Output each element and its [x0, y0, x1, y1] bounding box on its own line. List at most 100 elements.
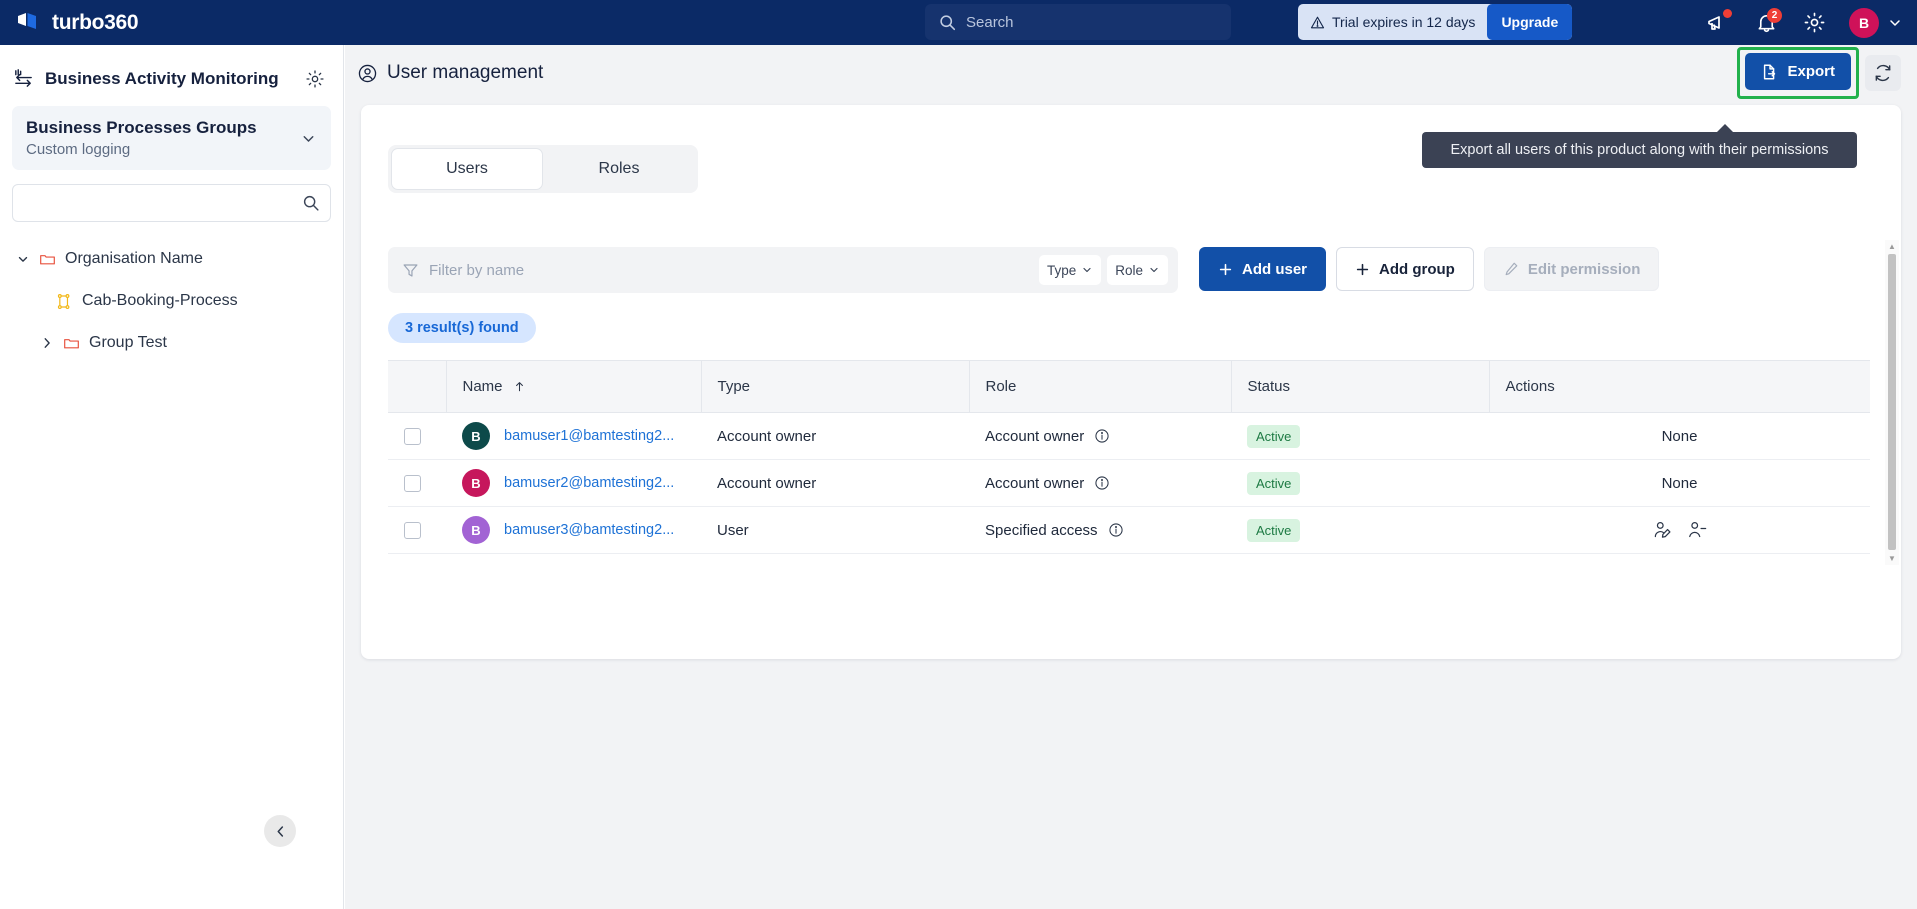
trial-label: Trial expires in 12 days [1332, 14, 1476, 30]
search-icon [939, 14, 956, 31]
tree-item-cab-booking-process[interactable]: Cab-Booking-Process [0, 280, 343, 322]
tree-item-organisation-name[interactable]: Organisation Name [0, 238, 343, 280]
chevron-down-icon[interactable] [16, 252, 30, 266]
filter-name-wrapper[interactable] [402, 261, 1033, 279]
funnel-icon [402, 262, 419, 279]
tab-users[interactable]: Users [391, 148, 543, 190]
tree-item-group-test[interactable]: Group Test [0, 322, 343, 364]
table-row[interactable]: B bamuser2@bamtesting2... Account owner … [388, 459, 1870, 507]
header-type[interactable]: Type [701, 360, 970, 413]
main-content-area: User management Export Users Roles Filte… [345, 45, 1917, 909]
export-button[interactable]: Export [1745, 53, 1851, 90]
chevron-down-icon [1081, 264, 1093, 276]
notifications-button[interactable]: 2 [1753, 7, 1782, 36]
edit-permission-button[interactable]: Edit permission [1483, 247, 1660, 291]
sidebar-product-header: Business Activity Monitoring [0, 45, 343, 102]
settings-button[interactable] [1801, 10, 1827, 36]
avatar: B [1849, 7, 1879, 38]
sidebar-search[interactable] [12, 184, 331, 222]
sidebar-collapse-button[interactable] [264, 815, 296, 847]
user-email-link[interactable]: bamuser3@bamtesting2... [504, 522, 674, 538]
announcements-button[interactable] [1705, 8, 1732, 36]
page-title-label: User management [387, 62, 544, 83]
top-navigation-bar: turbo360 Search Trial expires in 12 days… [0, 0, 1917, 45]
tab-group: Users Roles [388, 145, 698, 193]
selector-subtitle: Custom logging [26, 141, 131, 158]
header-name[interactable]: Name [446, 360, 702, 413]
info-icon[interactable] [1094, 475, 1110, 491]
business-process-group-selector[interactable]: Business Processes Groups Custom logging [12, 106, 331, 170]
table-row[interactable]: B bamuser1@bamtesting2... Account owner … [388, 412, 1870, 460]
table-vertical-scrollbar[interactable]: ▲ ▼ [1885, 240, 1899, 565]
avatar: B [462, 516, 490, 544]
tab-roles[interactable]: Roles [543, 148, 695, 190]
folder-icon [39, 251, 56, 268]
info-icon[interactable] [1108, 522, 1124, 538]
row-status-cell: Active [1231, 506, 1489, 554]
add-group-button[interactable]: Add group [1336, 247, 1474, 291]
tree-item-label: Cab-Booking-Process [82, 292, 238, 309]
user-profile-menu[interactable]: B [1849, 7, 1903, 38]
brand-logo-area[interactable]: turbo360 [0, 10, 344, 36]
upgrade-button[interactable]: Upgrade [1487, 4, 1573, 40]
add-user-button[interactable]: Add user [1199, 247, 1327, 291]
role-filter-dropdown[interactable]: Role [1107, 255, 1168, 285]
export-highlight-box: Export [1737, 47, 1859, 99]
table-row[interactable]: B bamuser3@bamtesting2... User Specified… [388, 506, 1870, 554]
remove-user-icon[interactable] [1687, 520, 1707, 540]
selector-text: Business Processes Groups Custom logging [26, 118, 300, 158]
filter-name-input[interactable] [429, 261, 1033, 279]
chevron-right-icon[interactable] [40, 336, 54, 350]
row-status-cell: Active [1231, 459, 1489, 507]
header-role[interactable]: Role [969, 360, 1232, 413]
user-management-card: Users Roles Type Role [361, 105, 1901, 659]
row-checkbox-cell [388, 506, 446, 554]
sidebar-settings-icon[interactable] [305, 69, 325, 89]
add-group-label: Add group [1379, 260, 1455, 278]
table-actions: Add user Add group Edit permission [1199, 247, 1660, 291]
role-filter-label: Role [1115, 262, 1143, 278]
scroll-down-arrow-icon[interactable]: ▼ [1888, 554, 1896, 563]
status-badge: Active [1247, 518, 1301, 542]
trial-status-text: Trial expires in 12 days [1310, 14, 1487, 30]
header-status[interactable]: Status [1231, 360, 1490, 413]
turbo360-logo-icon [14, 10, 40, 36]
row-role-label: Account owner [985, 427, 1085, 445]
user-email-link[interactable]: bamuser2@bamtesting2... [504, 475, 674, 491]
type-filter-dropdown[interactable]: Type [1038, 255, 1102, 285]
row-type-cell: Account owner [701, 459, 969, 507]
scroll-up-arrow-icon[interactable]: ▲ [1888, 242, 1896, 251]
row-role-cell: Account owner [969, 412, 1231, 460]
resource-tree: Organisation Name Cab-Booking-Process Gr… [0, 238, 343, 364]
type-filter-label: Type [1046, 262, 1077, 278]
refresh-button[interactable] [1865, 55, 1901, 91]
chevron-down-icon [300, 130, 317, 147]
header-name-label: Name [462, 378, 503, 395]
sidebar-product-title: Business Activity Monitoring [45, 68, 279, 88]
table-header-row: Name Type Role Status Actions [388, 360, 1870, 413]
user-email-link[interactable]: bamuser1@bamtesting2... [504, 428, 674, 444]
sidebar-search-input[interactable] [23, 195, 302, 211]
row-actions-cell [1489, 506, 1870, 554]
avatar: B [462, 469, 490, 497]
header-actions: Actions [1489, 360, 1870, 413]
info-icon[interactable] [1094, 428, 1110, 444]
row-checkbox[interactable] [404, 427, 421, 445]
user-circle-icon [357, 63, 378, 84]
row-checkbox[interactable] [404, 521, 421, 539]
scrollbar-thumb[interactable] [1888, 254, 1896, 550]
row-checkbox-cell [388, 459, 446, 507]
brand-name: turbo360 [52, 10, 139, 34]
avatar: B [462, 422, 490, 450]
plus-icon [1355, 262, 1370, 277]
row-name-cell: B bamuser3@bamtesting2... [446, 506, 701, 554]
row-role-cell: Account owner [969, 459, 1231, 507]
row-checkbox[interactable] [404, 474, 421, 492]
header-select-all [388, 360, 447, 413]
chevron-down-icon [1887, 15, 1903, 31]
filter-bar: Type Role [388, 247, 1178, 293]
edit-user-icon[interactable] [1653, 520, 1673, 540]
global-search[interactable]: Search [925, 4, 1231, 40]
row-checkbox-cell [388, 412, 446, 460]
search-icon[interactable] [302, 194, 320, 212]
